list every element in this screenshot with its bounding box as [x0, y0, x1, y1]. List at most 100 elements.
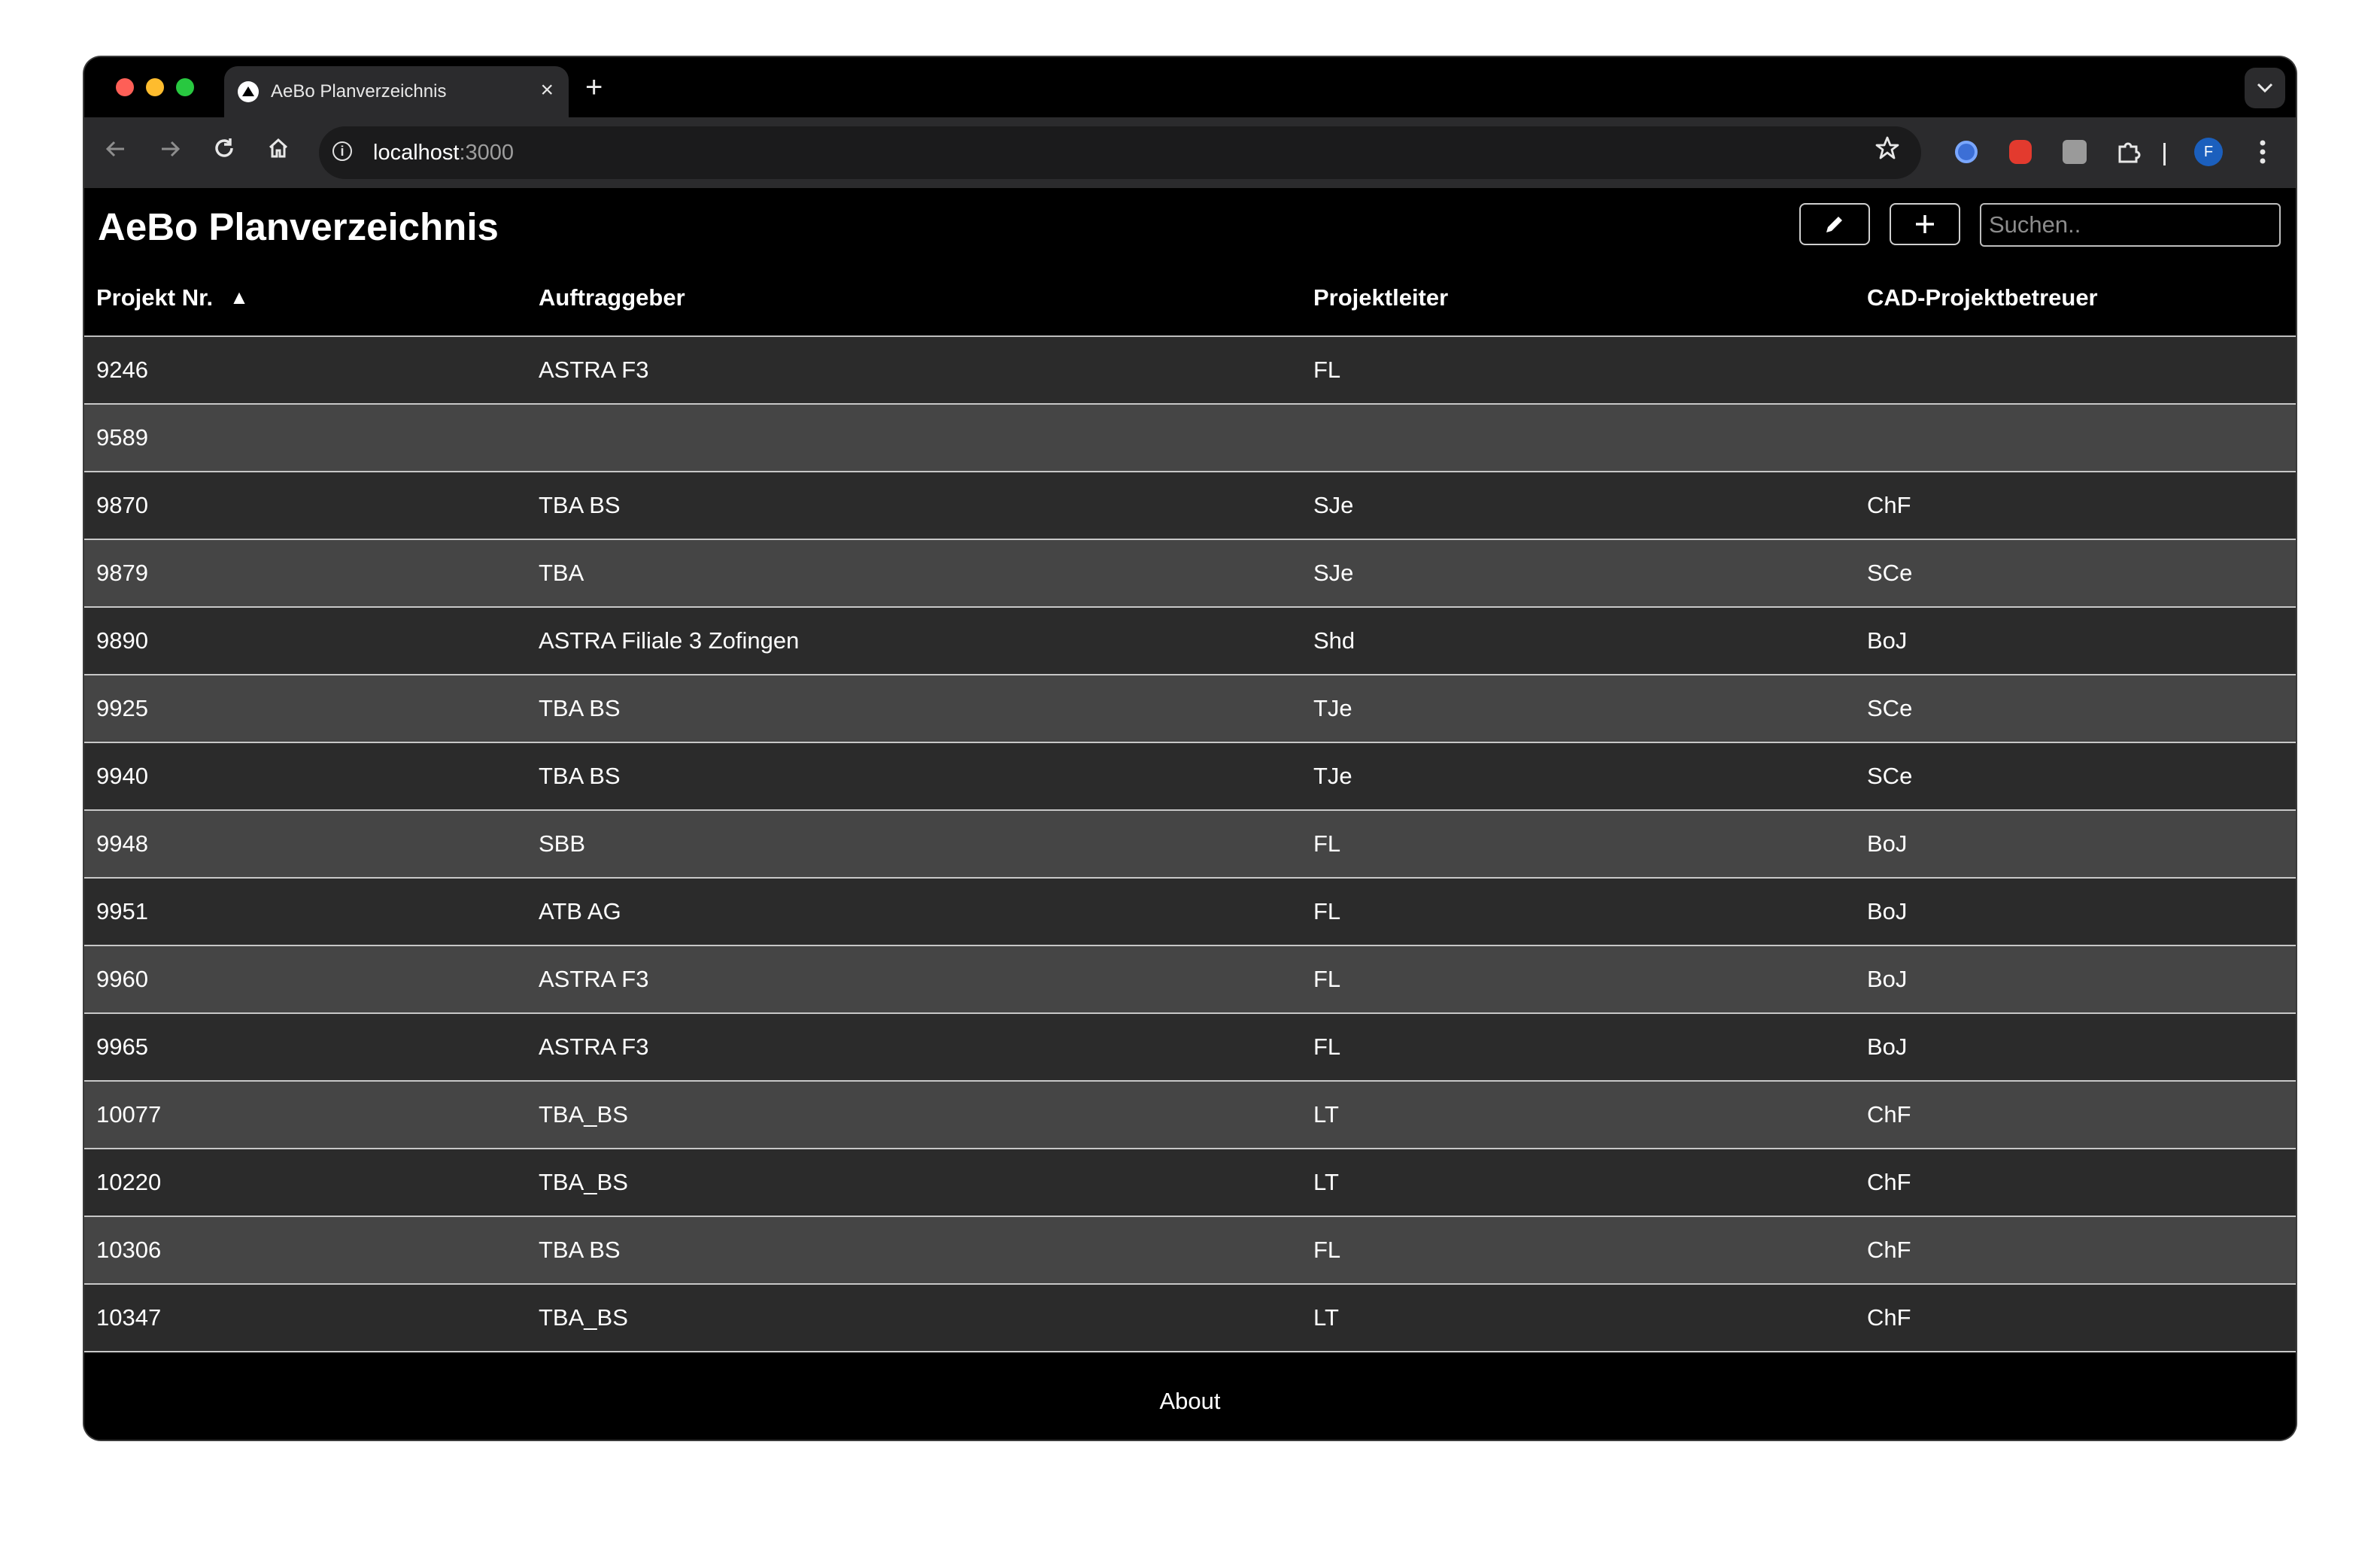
cell-cad-projektbetreuer: ChF: [1867, 1304, 1911, 1331]
table-body: 9246 ASTRA F3 FL 9589 9870 TBA BS SJe Ch…: [84, 337, 2296, 1352]
window-controls: [116, 78, 194, 96]
cell-projektleiter: TJe: [1313, 695, 1352, 721]
new-tab-button[interactable]: +: [585, 71, 603, 104]
search-input[interactable]: [1980, 203, 2281, 247]
cell-projektleiter: SJe: [1313, 492, 1354, 518]
profile-avatar[interactable]: F: [2192, 135, 2225, 168]
table-row[interactable]: 9948 SBB FL BoJ: [84, 811, 2296, 879]
about-link[interactable]: About: [1159, 1388, 1220, 1415]
table-row[interactable]: 9589: [84, 405, 2296, 472]
cell-auftraggeber: TBA BS: [539, 763, 621, 789]
cell-auftraggeber: ASTRA F3: [539, 1033, 649, 1060]
column-header-projekt-nr[interactable]: Projekt Nr. ▲: [96, 284, 249, 311]
cell-auftraggeber: TBA: [539, 560, 584, 586]
url-text: localhost:3000: [373, 141, 515, 165]
extension-blue-icon[interactable]: [1950, 135, 1983, 168]
table-row[interactable]: 10347 TBA_BS LT ChF: [84, 1285, 2296, 1352]
table-row[interactable]: 9951 ATB AG FL BoJ: [84, 879, 2296, 946]
cell-auftraggeber: ATB AG: [539, 898, 621, 924]
cell-projekt-nr: 9879: [96, 560, 148, 586]
table-row[interactable]: 9925 TBA BS TJe SCe: [84, 675, 2296, 743]
cell-projekt-nr: 9940: [96, 763, 148, 789]
star-icon: [1875, 136, 1899, 159]
info-icon[interactable]: i: [332, 141, 352, 161]
table-row[interactable]: 9879 TBA SJe SCe: [84, 540, 2296, 608]
cell-projektleiter: TJe: [1313, 763, 1352, 789]
extension-gray-icon[interactable]: [2058, 135, 2091, 168]
table-row[interactable]: 10306 TBA BS FL ChF: [84, 1217, 2296, 1285]
cell-projektleiter: Shd: [1313, 627, 1355, 654]
extensions-puzzle-icon[interactable]: [2112, 135, 2145, 168]
browser-window: AeBo Planverzeichnis × + i localhost:300…: [84, 57, 2296, 1440]
browser-tab[interactable]: AeBo Planverzeichnis ×: [224, 66, 569, 117]
forward-button[interactable]: [153, 135, 187, 168]
home-icon: [269, 138, 288, 158]
extension-red-icon[interactable]: [2004, 135, 2037, 168]
table-row[interactable]: 9246 ASTRA F3 FL: [84, 337, 2296, 405]
column-header-auftraggeber[interactable]: Auftraggeber: [539, 284, 685, 311]
cell-projektleiter: LT: [1313, 1304, 1339, 1331]
cell-projektleiter: FL: [1313, 830, 1341, 857]
cell-projekt-nr: 9890: [96, 627, 148, 654]
table-row[interactable]: 9960 ASTRA F3 FL BoJ: [84, 946, 2296, 1014]
cell-cad-projektbetreuer: BoJ: [1867, 966, 1908, 992]
tab-close-icon[interactable]: ×: [540, 77, 554, 104]
home-button[interactable]: [262, 135, 295, 168]
puzzle-icon: [2118, 142, 2141, 163]
column-header-cad-projektbetreuer[interactable]: CAD-Projektbetreuer: [1867, 284, 2098, 311]
cell-auftraggeber: SBB: [539, 830, 586, 857]
cell-projektleiter: FL: [1313, 357, 1341, 383]
add-button[interactable]: [1890, 203, 1960, 245]
bookmark-star-icon[interactable]: [1875, 135, 1900, 168]
cell-cad-projektbetreuer: BoJ: [1867, 1033, 1908, 1060]
cell-auftraggeber: ASTRA F3: [539, 966, 649, 992]
table-row[interactable]: 9965 ASTRA F3 FL BoJ: [84, 1014, 2296, 1082]
tab-strip: AeBo Planverzeichnis × +: [84, 57, 2296, 117]
table-row[interactable]: 10220 TBA_BS LT ChF: [84, 1149, 2296, 1217]
cell-cad-projektbetreuer: BoJ: [1867, 627, 1908, 654]
minimize-window-button[interactable]: [146, 78, 164, 96]
cell-cad-projektbetreuer: ChF: [1867, 1101, 1911, 1128]
cell-cad-projektbetreuer: SCe: [1867, 560, 1913, 586]
cell-projektleiter: FL: [1313, 1033, 1341, 1060]
cell-projektleiter: SJe: [1313, 560, 1354, 586]
cell-projektleiter: FL: [1313, 966, 1341, 992]
cell-cad-projektbetreuer: BoJ: [1867, 830, 1908, 857]
cell-cad-projektbetreuer: SCe: [1867, 763, 1913, 789]
table-row[interactable]: 9890 ASTRA Filiale 3 Zofingen Shd BoJ: [84, 608, 2296, 675]
tab-search-button[interactable]: [2245, 68, 2285, 108]
cell-cad-projektbetreuer: ChF: [1867, 1237, 1911, 1263]
close-window-button[interactable]: [116, 78, 134, 96]
table-row[interactable]: 9940 TBA BS TJe SCe: [84, 743, 2296, 811]
cell-cad-projektbetreuer: ChF: [1867, 1169, 1911, 1195]
arrow-left-icon: [105, 141, 124, 157]
cell-projekt-nr: 9960: [96, 966, 148, 992]
cell-projekt-nr: 10077: [96, 1101, 162, 1128]
column-header-projektleiter[interactable]: Projektleiter: [1313, 284, 1448, 311]
cell-projekt-nr: 10220: [96, 1169, 162, 1195]
address-bar[interactable]: i localhost:3000: [319, 126, 1921, 179]
back-button[interactable]: [99, 135, 132, 168]
maximize-window-button[interactable]: [176, 78, 194, 96]
toolbar-divider: [2163, 143, 2166, 165]
sort-ascending-icon[interactable]: ▲: [229, 286, 249, 309]
page-title: AeBo Planverzeichnis: [98, 205, 499, 248]
cell-cad-projektbetreuer: ChF: [1867, 492, 1911, 518]
table-row[interactable]: 9870 TBA BS SJe ChF: [84, 472, 2296, 540]
cell-projekt-nr: 9925: [96, 695, 148, 721]
reload-icon: [215, 138, 233, 157]
app-header: AeBo Planverzeichnis: [84, 188, 2296, 262]
plus-icon: [1916, 215, 1934, 233]
cell-projekt-nr: 9870: [96, 492, 148, 518]
kebab-menu-icon: [2260, 140, 2266, 164]
cell-auftraggeber: TBA BS: [539, 1237, 621, 1263]
chevron-down-icon: [2257, 83, 2273, 93]
cell-projekt-nr: 10306: [96, 1237, 162, 1263]
cell-auftraggeber: TBA_BS: [539, 1101, 628, 1128]
reload-button[interactable]: [208, 135, 241, 168]
browser-menu-button[interactable]: [2246, 135, 2279, 168]
cell-projekt-nr: 9948: [96, 830, 148, 857]
cell-auftraggeber: TBA BS: [539, 492, 621, 518]
table-row[interactable]: 10077 TBA_BS LT ChF: [84, 1082, 2296, 1149]
edit-button[interactable]: [1799, 203, 1870, 245]
